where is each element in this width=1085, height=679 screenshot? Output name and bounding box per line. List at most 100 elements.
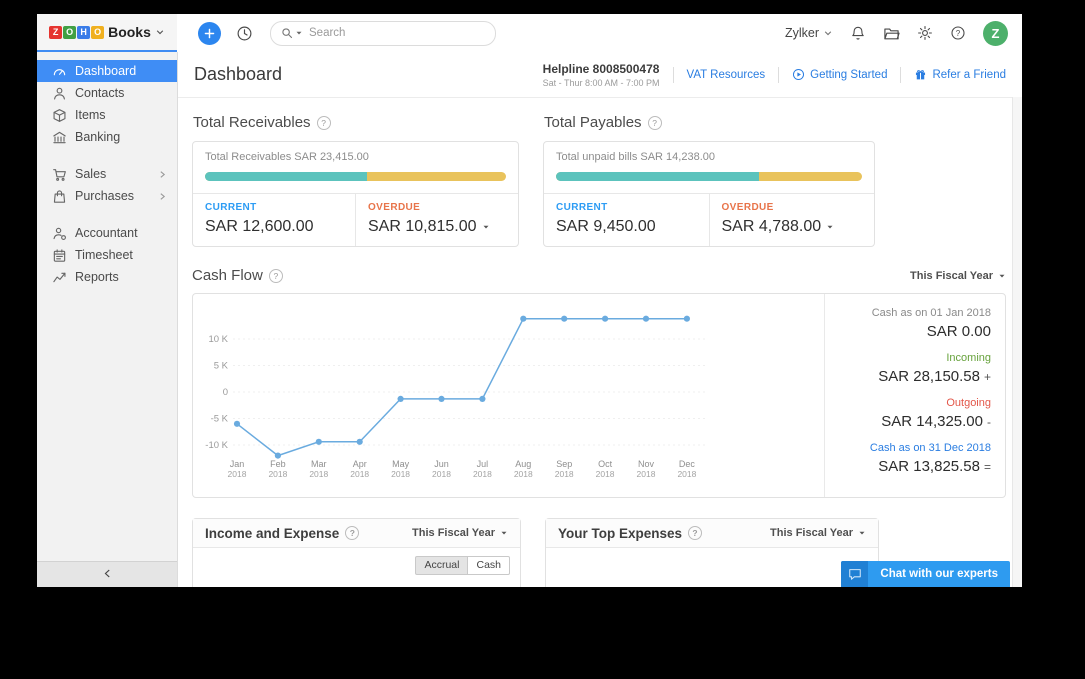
receivables-progress-current — [205, 172, 367, 181]
help-tooltip-icon[interactable]: ? — [688, 526, 703, 540]
cashflow-stat: Outgoing SAR 14,325.00- — [833, 397, 991, 430]
helpline-hours: Sat - Thur 8:00 AM - 7:00 PM — [542, 77, 660, 88]
overdue-label: OVERDUE — [721, 202, 774, 213]
payables-overdue-value: SAR 4,788.00 — [722, 218, 863, 236]
refer-a-friend-link[interactable]: Refer a Friend — [914, 68, 1006, 81]
documents-folder-icon[interactable] — [883, 25, 900, 42]
accrual-toggle-button[interactable]: Accrual — [415, 556, 469, 575]
sidebar-item-label: Items — [75, 108, 106, 122]
brand-name: Books — [108, 24, 151, 40]
zoho-logo-tile: H — [77, 25, 91, 39]
help-tooltip-icon[interactable]: ? — [647, 115, 662, 130]
cashflow-stat: Cash as on 01 Jan 2018 SAR 0.00 — [833, 307, 991, 340]
cashflow-period-selector[interactable]: This Fiscal Year — [910, 270, 1006, 282]
sidebar-item-banking[interactable]: Banking — [37, 126, 177, 148]
search-scope-chevron-icon[interactable] — [295, 29, 303, 37]
income-expense-header: Income and Expense ? This Fiscal Year — [193, 519, 520, 548]
svg-text:Oct: Oct — [598, 459, 613, 469]
sidebar-item-items[interactable]: Items — [37, 104, 177, 126]
user-avatar[interactable]: Z — [983, 20, 1008, 46]
page-title: Dashboard — [194, 64, 283, 84]
svg-text:Jun: Jun — [434, 459, 449, 469]
gauge-icon — [52, 64, 67, 79]
receivables-summary: Total Receivables SAR 23,415.00 — [205, 151, 369, 163]
getting-started-link[interactable]: Getting Started — [792, 68, 887, 81]
sales-icon — [52, 167, 67, 182]
top-expenses-header: Your Top Expenses ? This Fiscal Year — [546, 519, 878, 548]
sidebar-item-reports[interactable]: Reports — [37, 266, 177, 288]
svg-text:0: 0 — [223, 387, 228, 398]
sidebar-item-sales[interactable]: Sales — [37, 163, 177, 185]
org-selector[interactable]: Zylker — [785, 26, 833, 40]
income-expense-title: Income and Expense ? — [205, 526, 360, 541]
sidebar-item-timesheet[interactable]: Timesheet — [37, 244, 177, 266]
topbar: ZOHO Books Search Zylker ? Z — [37, 14, 1022, 52]
reports-icon — [52, 270, 67, 285]
chat-bubble-icon — [841, 561, 869, 587]
caret-down-icon — [998, 272, 1006, 280]
svg-text:5 K: 5 K — [214, 361, 229, 372]
svg-text:2018: 2018 — [228, 469, 247, 479]
settings-gear-icon[interactable] — [917, 25, 933, 41]
receivables-progress-bar — [205, 172, 506, 181]
payables-progress-current — [556, 172, 760, 181]
svg-text:2018: 2018 — [514, 469, 533, 479]
payables-overdue-cell: OVERDUE SAR 4,788.00 — [708, 194, 875, 246]
cashflow-stat-operator: + — [983, 370, 991, 384]
chevron-down-icon — [155, 27, 165, 37]
cashflow-stat-value: SAR 28,150.58 + — [878, 368, 991, 385]
page-header: Dashboard Helpline 8008500478 Sat - Thur… — [178, 52, 1022, 98]
svg-text:2018: 2018 — [596, 469, 615, 479]
topbar-main: Search Zylker ? Z — [177, 14, 1022, 52]
zoho-books-logo[interactable]: ZOHO Books — [37, 14, 177, 52]
cashflow-stat-value: SAR 0.00 — [926, 323, 991, 340]
top-expenses-period-selector[interactable]: This Fiscal Year — [770, 527, 866, 539]
income-expense-period-selector[interactable]: This Fiscal Year — [412, 527, 508, 539]
svg-text:2018: 2018 — [432, 469, 451, 479]
cashflow-stat-operator: - — [987, 415, 991, 429]
cashflow-card: 10 K5 K 0 -5 K -10 K Jan 2018 Feb 2018 Mar 2018 Ap… — [192, 293, 1006, 498]
gift-icon — [914, 68, 927, 81]
helpline-number: Helpline 8008500478 — [542, 61, 660, 76]
chevron-right-icon — [158, 192, 167, 201]
search-input[interactable]: Search — [270, 20, 496, 46]
sidebar-collapse-button[interactable] — [37, 561, 177, 587]
chevron-down-icon — [823, 28, 833, 38]
sidebar-item-label: Sales — [75, 167, 107, 181]
header-divider — [900, 66, 902, 83]
sidebar-item-label: Reports — [75, 270, 119, 284]
help-tooltip-icon[interactable]: ? — [316, 115, 331, 130]
sidebar-item-accountant[interactable]: Accountant — [37, 222, 177, 244]
vertical-scrollbar[interactable] — [1012, 97, 1022, 587]
zoho-logo-tile: O — [91, 25, 105, 39]
vat-resources-link[interactable]: VAT Resources — [687, 69, 766, 81]
cash-toggle-button[interactable]: Cash — [468, 556, 510, 575]
payables-card: Total unpaid bills SAR 14,238.00 CURRENT… — [543, 141, 875, 247]
sidebar-item-purchases[interactable]: Purchases — [37, 185, 177, 207]
sidebar-item-contacts[interactable]: Contacts — [37, 82, 177, 104]
recent-activity-icon[interactable] — [236, 25, 253, 42]
help-tooltip-icon[interactable]: ? — [268, 268, 283, 283]
sidebar-item-label: Purchases — [75, 189, 135, 203]
zoho-logo-tiles: ZOHO — [49, 25, 105, 39]
cashflow-title: Cash Flow ? — [192, 267, 283, 284]
cashflow-stat: Cash as on 31 Dec 2018 SAR 13,825.58 = — [833, 442, 991, 475]
contacts-icon — [52, 86, 67, 101]
sidebar-item-label: Dashboard — [75, 64, 137, 78]
help-icon[interactable]: ? — [950, 25, 966, 41]
quick-create-button[interactable] — [198, 21, 221, 45]
cashflow-stat-label: Outgoing — [946, 397, 991, 409]
caret-down-icon[interactable] — [482, 223, 490, 231]
receivables-title: Total Receivables ? — [193, 114, 519, 131]
sidebar-item-dashboard[interactable]: Dashboard — [37, 60, 177, 82]
accountant-icon — [52, 226, 67, 241]
chat-with-experts-button[interactable]: Chat with our experts — [841, 561, 1010, 587]
caret-down-icon[interactable] — [826, 223, 834, 231]
help-tooltip-icon[interactable]: ? — [345, 526, 360, 540]
dashboard-content: Total Receivables ? Total Receivables SA… — [178, 98, 1022, 587]
helpline-info: Helpline 8008500478 Sat - Thur 8:00 AM -… — [543, 62, 660, 88]
income-expense-body: Accrual Cash — [193, 548, 520, 587]
notifications-bell-icon[interactable] — [850, 25, 866, 41]
vat-resources-label: VAT Resources — [686, 68, 766, 81]
search-placeholder: Search — [309, 27, 346, 39]
